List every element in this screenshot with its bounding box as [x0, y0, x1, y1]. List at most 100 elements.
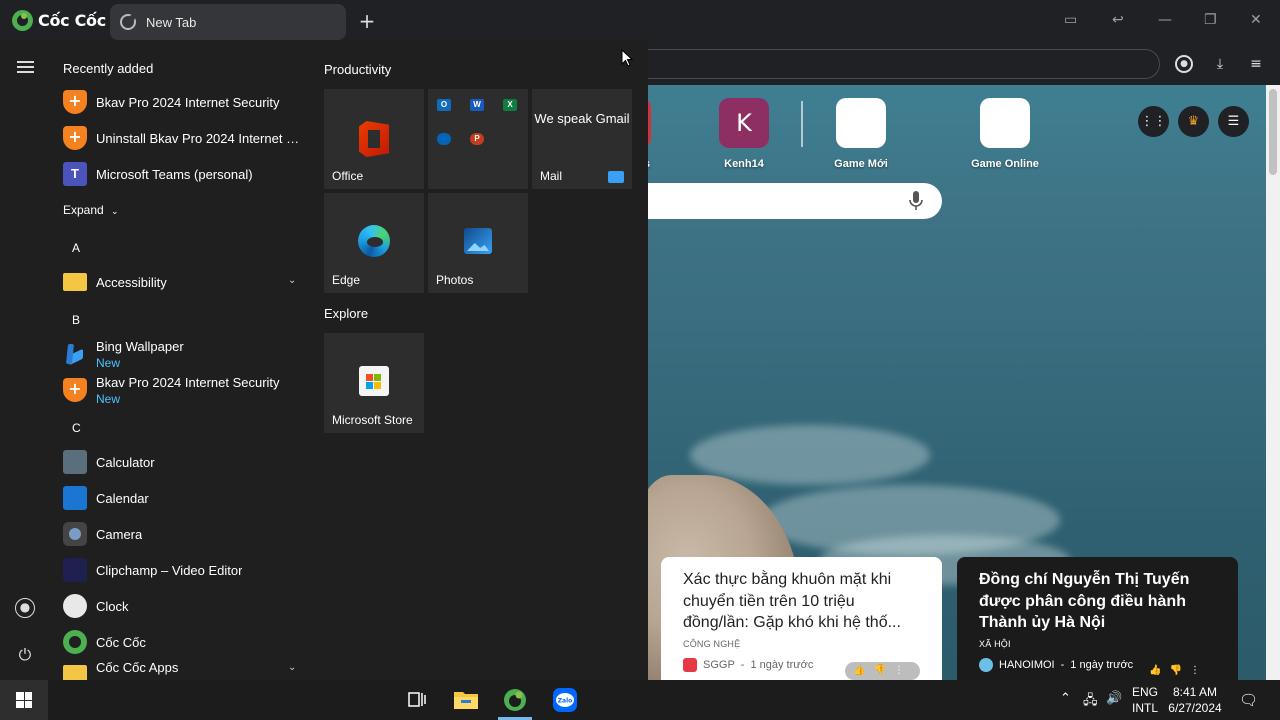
app-name: Bing Wallpaper New — [96, 339, 184, 370]
speed-dial-kenh14[interactable]: K — [719, 98, 769, 148]
power-icon[interactable]: ⏻ — [15, 645, 35, 665]
list-item[interactable]: Calculator — [63, 446, 303, 478]
minimize-button[interactable]: — — [1158, 12, 1172, 28]
list-item[interactable]: T Microsoft Teams (personal) — [63, 158, 303, 190]
hamburger-menu-icon[interactable] — [15, 58, 35, 78]
speed-dial-label: Kenh14 — [724, 158, 764, 170]
task-view-icon[interactable] — [403, 686, 431, 714]
tile-mail[interactable]: We speak Gmail Mail — [532, 89, 632, 189]
speed-dial-divider — [801, 101, 803, 147]
menu-icon[interactable]: ≡ — [1247, 55, 1265, 73]
group-heading-productivity: Productivity — [324, 62, 392, 77]
download-icon[interactable]: ⤓ — [1211, 55, 1229, 73]
news-card[interactable]: Đồng chí Nguyễn Thị Tuyến được phân công… — [957, 557, 1238, 680]
list-item[interactable]: Clipchamp – Video Editor — [63, 554, 303, 586]
tile-label: Mail — [540, 169, 563, 183]
address-bar[interactable] — [600, 49, 1160, 79]
tile-photos[interactable]: Photos — [428, 193, 528, 293]
language-indicator[interactable]: ENG INTL — [1128, 684, 1162, 716]
coccoc-logo-icon — [12, 10, 33, 31]
browser-brand[interactable]: Cốc Cốc — [12, 10, 106, 31]
search-box[interactable] — [600, 183, 942, 219]
app-title: Bing Wallpaper — [96, 338, 184, 354]
news-actions[interactable]: 👍👎⋮ — [1141, 662, 1216, 680]
list-item[interactable]: Cốc Cốc Apps — [63, 654, 303, 680]
list-item[interactable]: Clock — [63, 590, 303, 622]
bkav-shield-icon — [63, 126, 87, 150]
tab-title: New Tab — [146, 14, 197, 30]
tile-office-apps[interactable]: O W X P — [428, 89, 528, 189]
app-name: Clipchamp – Video Editor — [96, 562, 243, 578]
chevron-down-icon[interactable]: ⌄ — [288, 662, 296, 673]
start-menu: ● ⏻ Recently added Bkav Pro 2024 Interne… — [0, 40, 648, 680]
letter-header[interactable]: B — [72, 313, 80, 327]
list-item[interactable]: Bing Wallpaper New — [63, 336, 303, 372]
microsoft-store-icon — [359, 366, 389, 396]
speed-dial-game-moi[interactable] — [836, 98, 886, 148]
profile-icon[interactable]: ● — [1175, 55, 1193, 73]
camera-icon — [63, 522, 87, 546]
expand-label: Expand — [63, 203, 104, 217]
show-hidden-icons-chevron-icon[interactable]: ⌃ — [1060, 691, 1071, 706]
tile-microsoft-store[interactable]: Microsoft Store — [324, 333, 424, 433]
word-icon: W — [470, 99, 484, 111]
screenshot-icon[interactable]: ▭ — [1064, 12, 1077, 28]
expand-button[interactable]: Expand ⌄ — [63, 203, 119, 217]
app-name: Calendar — [96, 490, 149, 506]
news-separator: - — [1060, 659, 1065, 671]
new-tab-button[interactable]: + — [356, 10, 378, 32]
list-item[interactable]: Bkav Pro 2024 Internet Security New — [63, 372, 303, 408]
calculator-icon — [63, 450, 87, 474]
settings-sliders-icon[interactable]: ☰ — [1218, 106, 1249, 137]
speed-dial-label: Game Mới — [834, 158, 888, 170]
news-source-name: HANOIMOI — [999, 659, 1055, 671]
start-button[interactable] — [0, 680, 48, 720]
volume-icon[interactable]: 🔊 — [1106, 691, 1122, 706]
chevron-down-icon[interactable]: ⌄ — [288, 275, 296, 286]
back-arrow-icon[interactable]: ↩ — [1112, 12, 1124, 28]
list-item[interactable]: Uninstall Bkav Pro 2024 Internet Sec... — [63, 122, 303, 154]
mouse-pointer-icon — [621, 49, 633, 67]
page-scrollbar[interactable] — [1266, 85, 1280, 680]
list-item[interactable]: Calendar — [63, 482, 303, 514]
apps-grid-icon[interactable]: ⋮⋮ — [1138, 106, 1169, 137]
mail-promo-text: We speak Gmail — [534, 111, 630, 126]
app-name: Uninstall Bkav Pro 2024 Internet Sec... — [96, 130, 303, 146]
close-window-button[interactable]: ✕ — [1250, 12, 1262, 28]
clock-icon — [63, 594, 87, 618]
tile-edge[interactable]: Edge — [324, 193, 424, 293]
tile-office[interactable]: Office — [324, 89, 424, 189]
news-actions[interactable]: 👍👎⋮ — [845, 662, 920, 680]
tab-new-tab[interactable]: New Tab — [110, 4, 346, 40]
scrollbar-thumb[interactable] — [1269, 89, 1277, 175]
coccoc-browser-icon[interactable] — [501, 686, 529, 714]
tile-label: Photos — [436, 273, 474, 287]
language-bottom: INTL — [1131, 701, 1158, 715]
network-icon[interactable]: 🖧 — [1083, 691, 1098, 713]
crown-icon[interactable]: ♛ — [1178, 106, 1209, 137]
letter-header[interactable]: C — [72, 421, 81, 435]
zalo-icon[interactable]: Zalo — [551, 686, 579, 714]
photos-icon — [464, 228, 492, 254]
chevron-down-icon: ⌄ — [111, 207, 119, 217]
letter-header[interactable]: A — [72, 241, 80, 255]
sggp-logo-icon — [683, 658, 697, 672]
file-explorer-icon[interactable] — [452, 686, 480, 714]
list-item[interactable]: Bkav Pro 2024 Internet Security — [63, 86, 303, 118]
restore-button[interactable]: ❐ — [1204, 12, 1217, 28]
news-title: Xác thực bằng khuôn mặt khi chuyển tiền … — [683, 571, 901, 631]
list-item[interactable]: Accessibility — [63, 266, 303, 298]
news-card[interactable]: Xác thực bằng khuôn mặt khi chuyển tiền … — [661, 557, 942, 680]
office-icon — [359, 121, 389, 157]
clock[interactable]: 8:41 AM 6/27/2024 — [1163, 684, 1227, 716]
speed-dial-game-online[interactable] — [980, 98, 1030, 148]
windows-logo-icon — [16, 692, 32, 708]
notification-center-icon[interactable]: 🗨 — [1239, 691, 1258, 709]
list-item[interactable]: Camera — [63, 518, 303, 550]
coccoc-icon — [63, 630, 87, 654]
microphone-icon[interactable] — [908, 190, 924, 212]
app-name: Cốc Cốc — [96, 634, 146, 650]
new-badge: New — [96, 355, 121, 370]
bkav-shield-icon — [63, 90, 87, 114]
user-account-icon[interactable]: ● — [15, 598, 35, 618]
